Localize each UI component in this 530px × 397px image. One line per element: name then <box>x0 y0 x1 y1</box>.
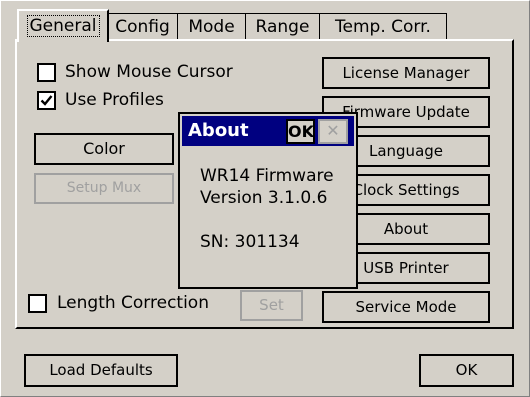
show-mouse-cursor-label: Show Mouse Cursor <box>65 62 233 82</box>
settings-window: General Config Mode Range Temp. Corr. Sh… <box>0 0 530 397</box>
checkmark-icon <box>40 95 53 106</box>
about-dialog-title-bar[interactable]: About OK ✕ <box>182 116 354 146</box>
length-correction-checkbox[interactable] <box>28 294 47 313</box>
service-mode-button[interactable]: Service Mode <box>322 291 490 323</box>
use-profiles-checkbox[interactable] <box>37 91 56 110</box>
about-serial-number: SN: 301134 <box>200 232 300 252</box>
tab-config[interactable]: Config <box>107 13 178 40</box>
about-dialog-title: About <box>188 120 249 141</box>
about-product-name: WR14 Firmware <box>200 166 334 186</box>
license-manager-label: License Manager <box>342 64 470 82</box>
ok-button-label: OK <box>455 361 478 379</box>
tab-range[interactable]: Range <box>245 13 320 40</box>
setup-mux-button-label: Setup Mux <box>66 180 142 196</box>
tab-general-label: General <box>26 15 100 37</box>
about-dialog-ok-button[interactable]: OK <box>286 119 315 144</box>
about-version: Version 3.1.0.6 <box>200 188 328 208</box>
set-button-label: Set <box>259 296 284 314</box>
close-icon: ✕ <box>318 119 348 144</box>
load-defaults-label: Load Defaults <box>49 361 153 379</box>
about-dialog: About OK ✕ WR14 Firmware Version 3.1.0.6… <box>178 112 358 289</box>
length-correction-label: Length Correction <box>57 293 209 313</box>
service-mode-label: Service Mode <box>355 298 457 316</box>
license-manager-button[interactable]: License Manager <box>322 57 490 89</box>
color-button[interactable]: Color <box>34 133 174 165</box>
ok-button[interactable]: OK <box>419 354 514 387</box>
color-button-label: Color <box>83 139 125 158</box>
load-defaults-button[interactable]: Load Defaults <box>24 354 178 387</box>
tab-temp-corr[interactable]: Temp. Corr. <box>319 13 447 40</box>
set-button: Set <box>240 290 303 321</box>
show-mouse-cursor-checkbox[interactable] <box>37 63 56 82</box>
tab-mode[interactable]: Mode <box>177 13 246 40</box>
setup-mux-button: Setup Mux <box>34 173 174 204</box>
tab-general[interactable]: General <box>17 9 109 42</box>
use-profiles-label: Use Profiles <box>65 90 164 110</box>
